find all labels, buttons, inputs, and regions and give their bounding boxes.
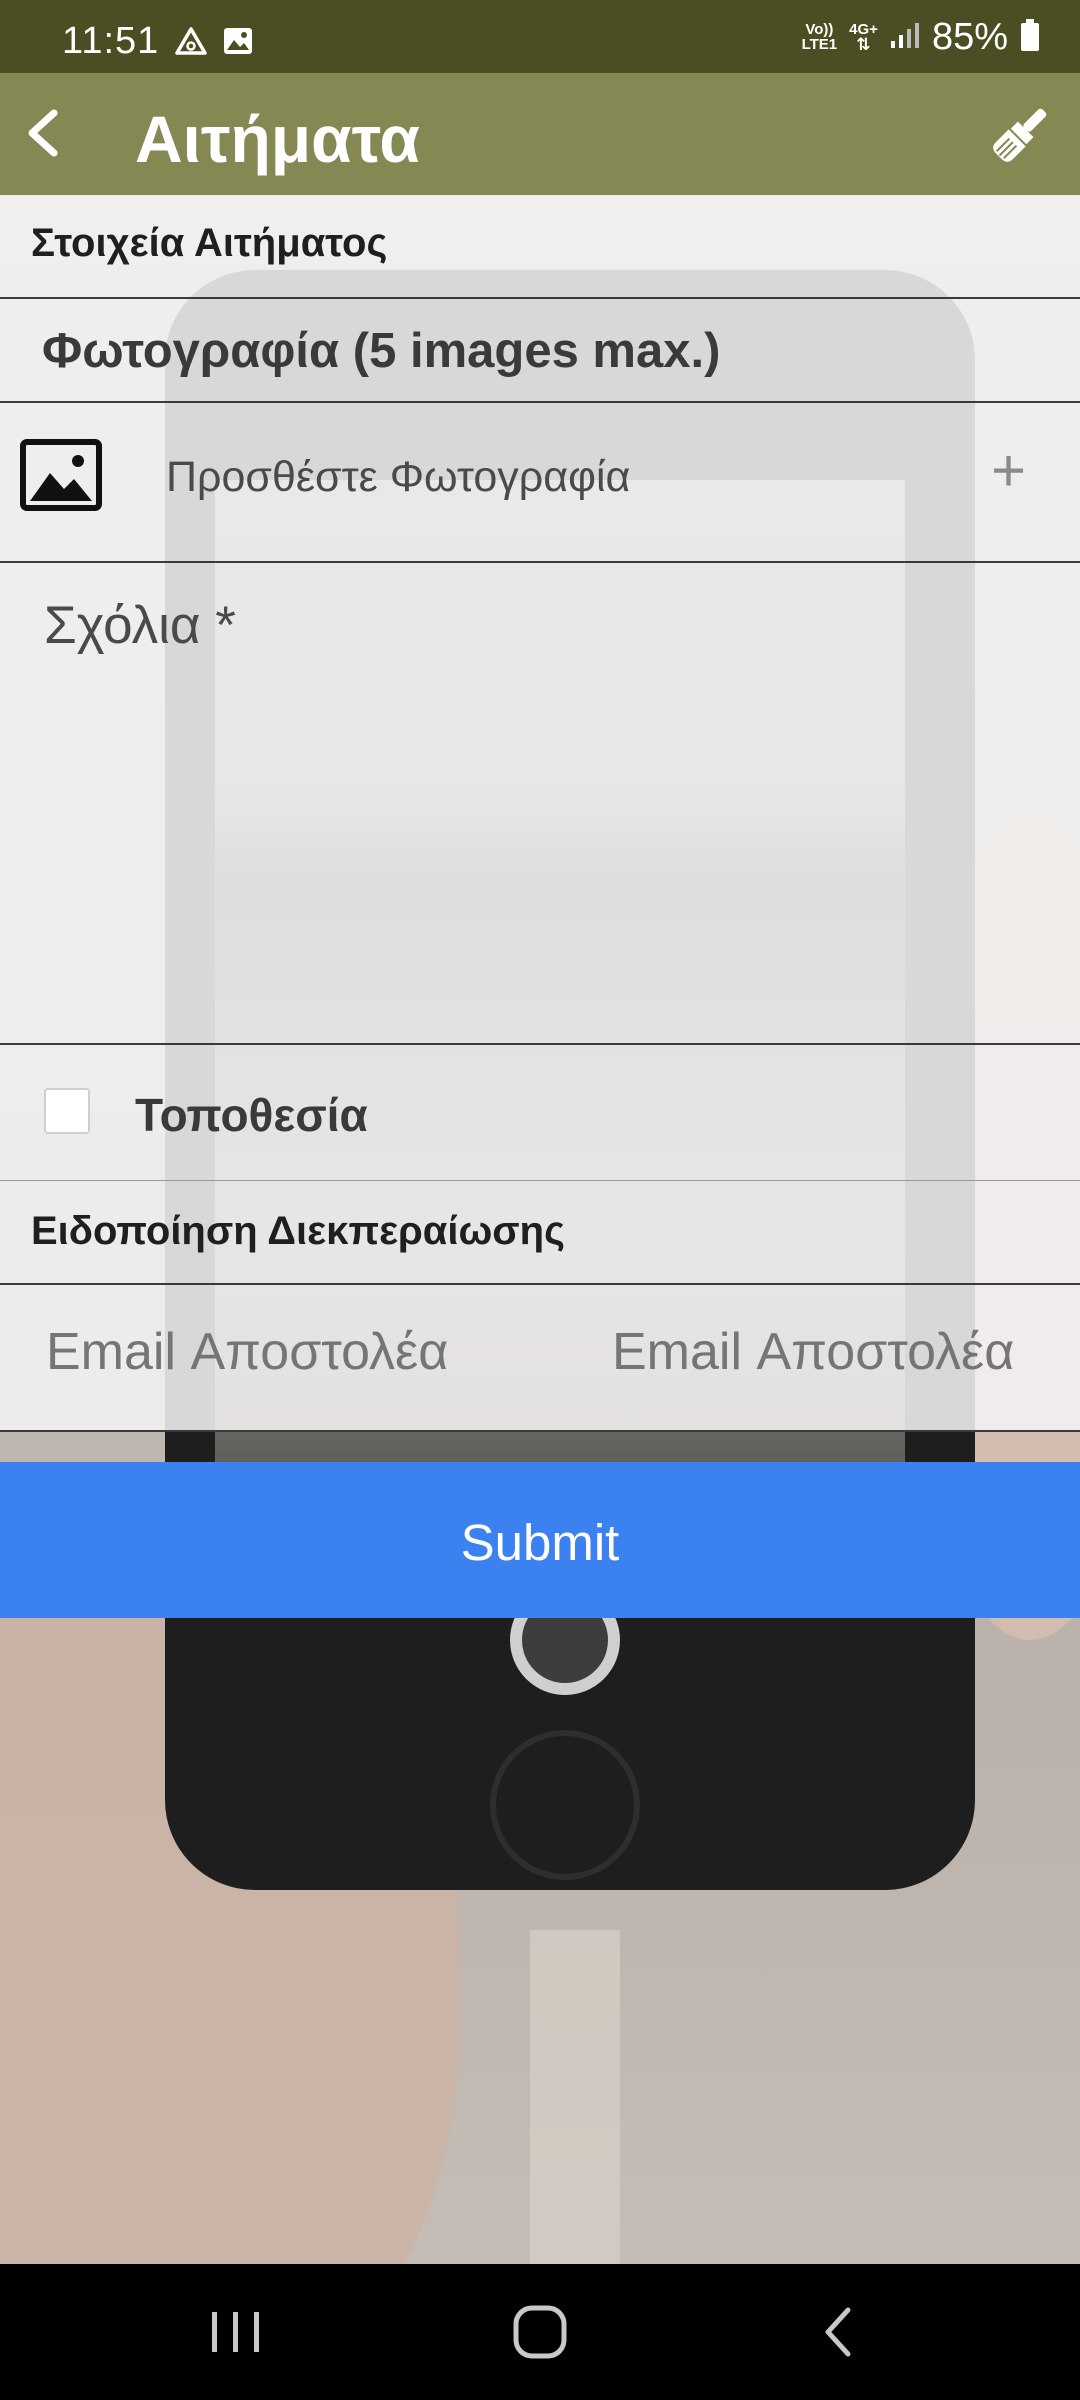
sender-email-confirm-input[interactable]: [610, 1321, 1074, 1383]
paint-brush-icon: [993, 108, 1047, 162]
comments-field[interactable]: Σχόλια *: [0, 563, 1080, 1045]
plus-icon: +: [990, 437, 1026, 504]
nav-back-icon: [825, 2307, 851, 2357]
section-request-details: Στοιχεία Αιτήματος: [0, 195, 1080, 299]
back-button[interactable]: [16, 101, 76, 165]
nav-back-button[interactable]: [800, 2302, 880, 2362]
location-checkbox[interactable]: [44, 1088, 90, 1134]
section-title: Ειδοποίηση Διεκπεραίωσης: [31, 1209, 565, 1253]
request-form: Στοιχεία Αιτήματος Φωτογραφία (5 images …: [0, 195, 1080, 1432]
data-indicator: 4G+ ⇅: [849, 21, 878, 54]
add-photo-label: Προσθέστε Φωτογραφία: [166, 453, 631, 501]
page-title: Αιτήματα: [135, 102, 420, 176]
app-bar: Αιτήματα: [0, 73, 1080, 195]
location-label: Τοποθεσία: [135, 1089, 368, 1141]
status-indicators: Vo)) LTE1 4G+ ⇅ 85%: [802, 14, 1040, 60]
section-title: Στοιχεία Αιτήματος: [31, 221, 388, 265]
warning-triangle-icon: [174, 26, 208, 61]
photo-header: Φωτογραφία (5 images max.): [0, 299, 1080, 403]
image-icon: [20, 439, 102, 511]
recents-icon: [212, 2312, 259, 2352]
home-button[interactable]: [500, 2302, 580, 2362]
battery-percent: 85%: [931, 15, 1008, 58]
submit-label: Submit: [460, 1513, 620, 1571]
sender-email-input[interactable]: [44, 1321, 548, 1383]
gallery-icon: [222, 26, 254, 61]
add-photo-button[interactable]: Προσθέστε Φωτογραφία +: [0, 403, 1080, 563]
clear-form-button[interactable]: [988, 103, 1052, 167]
volte-indicator: Vo)) LTE1: [801, 21, 838, 53]
battery-icon: [1020, 18, 1040, 56]
photo-title: Φωτογραφία (5 images max.): [42, 324, 721, 378]
section-notification: Ειδοποίηση Διεκπεραίωσης: [0, 1181, 1080, 1285]
location-toggle[interactable]: Τοποθεσία: [0, 1045, 1080, 1181]
home-icon: [513, 2305, 567, 2359]
status-time: 11:51: [62, 20, 160, 62]
signal-icon: [890, 21, 920, 54]
recents-button[interactable]: [196, 2302, 276, 2362]
email-row: [0, 1285, 1080, 1432]
navigation-bar: [0, 2264, 1080, 2400]
submit-button[interactable]: Submit: [0, 1462, 1080, 1618]
status-bar: 11:51 Vo)) LTE1 4G+ ⇅ 85%: [0, 0, 1080, 73]
comments-placeholder: Σχόλια *: [44, 596, 236, 655]
arrow-back-icon: [28, 109, 58, 157]
